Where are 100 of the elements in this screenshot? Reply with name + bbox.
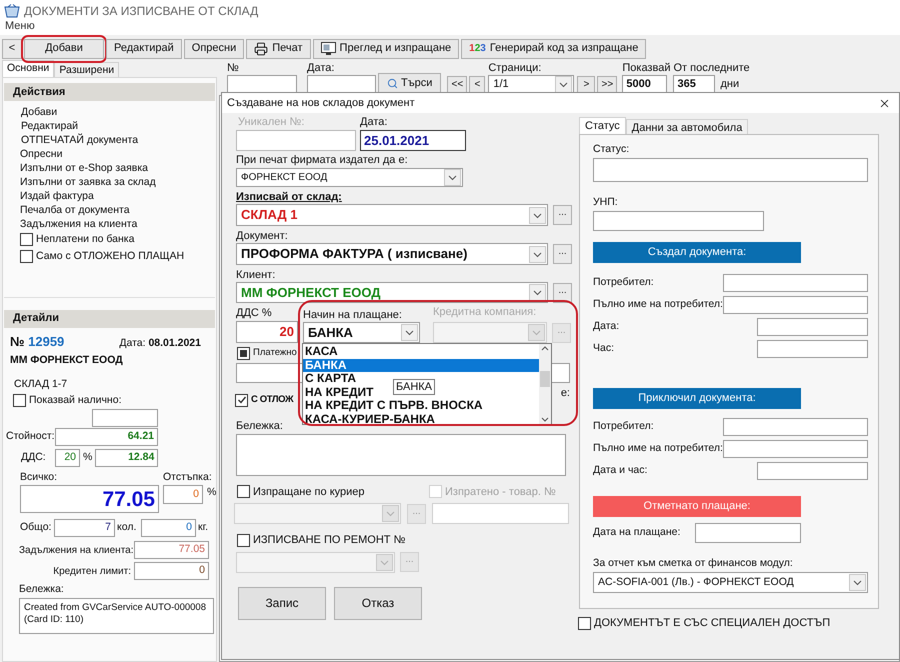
text-field[interactable]: 365 — [673, 75, 716, 93]
dropdown-option[interactable]: НА КРЕДИТ — [303, 386, 376, 399]
toolbar-button[interactable]: 123 Генерирай код за изпращане — [461, 38, 646, 58]
toolbar-button[interactable]: Опресни — [184, 38, 244, 58]
toolbar-button[interactable]: Печат — [246, 38, 311, 58]
checkbox[interactable] — [237, 485, 250, 498]
text-field[interactable]: 5000 — [622, 75, 668, 93]
dropdown-field[interactable]: ПРОФОРМА ФАКТУРА ( изписване) — [236, 243, 548, 265]
text-field[interactable]: 0 — [141, 519, 196, 538]
dropdown-field[interactable]: ММ ФОРНЕКСТ ЕООД — [236, 282, 548, 303]
field-label: Всичко: — [20, 470, 58, 484]
dropdown-field[interactable]: ФОРНЕКСТ ЕООД — [236, 168, 463, 187]
scroll-down-icon[interactable] — [541, 417, 549, 422]
text-field[interactable]: 77.05 — [20, 485, 159, 514]
text-field[interactable] — [757, 318, 868, 336]
toolbar-button[interactable]: Добави — [24, 38, 104, 58]
text-field[interactable] — [593, 158, 868, 182]
tab[interactable]: Разширени — [54, 62, 120, 77]
action-link[interactable]: Печалба от документа — [20, 204, 215, 217]
more-button[interactable]: ... — [553, 205, 572, 225]
action-link[interactable]: Изпълни от e-Shop заявка — [20, 162, 215, 175]
last-page-button[interactable]: >> — [597, 76, 618, 93]
action-link[interactable]: Опресни — [20, 148, 215, 161]
checkbox[interactable] — [235, 394, 248, 407]
dialog-button[interactable]: Отказ — [334, 586, 422, 620]
dropdown-field[interactable] — [234, 503, 401, 524]
search-button[interactable]: Търси — [378, 73, 442, 93]
text-field[interactable]: 20 — [55, 448, 80, 466]
text-field[interactable]: 7 — [54, 519, 115, 538]
field-label: Дата: — [307, 62, 334, 75]
dropdown-field[interactable]: БАНКА — [303, 322, 420, 343]
text-field[interactable] — [757, 340, 868, 358]
warehouse-name: СКЛАД 1-7 — [13, 377, 68, 392]
text-field[interactable] — [757, 462, 868, 480]
checkbox-label: Неплатени по банка — [36, 232, 134, 247]
dropdown-field[interactable] — [236, 552, 395, 572]
checkbox[interactable] — [20, 233, 33, 246]
text-field[interactable]: 20 — [236, 321, 298, 343]
text-field[interactable]: 64.21 — [55, 428, 158, 446]
document-number: № 12959 — [10, 332, 64, 350]
action-link[interactable]: Издай фактура — [20, 190, 215, 203]
checkbox[interactable] — [13, 394, 26, 408]
menu-item[interactable]: Меню — [5, 18, 35, 35]
unit-label: кг. — [197, 520, 208, 536]
dialog-button[interactable]: Запис — [238, 586, 326, 620]
dropdown-option[interactable]: НА КРЕДИТ С ПЪРВ. ВНОСКА — [303, 399, 485, 412]
dropdown-option[interactable]: КАСА — [303, 345, 340, 358]
dropdown-option[interactable]: С КАРТА — [303, 372, 358, 386]
text-field[interactable]: 0 — [134, 562, 209, 580]
text-field[interactable] — [723, 296, 868, 314]
dropdown-option[interactable]: БАНКА — [303, 358, 539, 372]
text-field[interactable] — [695, 523, 801, 543]
unit-label: дни — [719, 76, 740, 92]
toolbar-button[interactable]: < — [2, 38, 22, 58]
action-link[interactable]: Редактирай — [20, 120, 215, 133]
text-field[interactable]: 12.84 — [95, 448, 158, 466]
tab[interactable]: Основни — [2, 60, 54, 77]
action-link[interactable]: Добави — [20, 106, 215, 119]
unit-label: кол. — [116, 520, 138, 536]
next-page-button[interactable]: > — [577, 76, 596, 93]
text-field[interactable] — [723, 440, 868, 458]
text-field[interactable] — [432, 503, 569, 524]
previous-page-button[interactable]: < — [469, 76, 486, 93]
text-field[interactable] — [227, 75, 297, 93]
text-field[interactable] — [236, 130, 356, 151]
dropdown-field[interactable]: СКЛАД 1 — [236, 204, 548, 226]
dropdown-field[interactable] — [433, 322, 547, 343]
text-field[interactable] — [92, 408, 158, 426]
dropdown-field[interactable]: AC-SOFIA-001 (Лв.) - ФОРНЕКСТ ЕООД — [593, 572, 868, 593]
chevron-down-icon — [529, 284, 546, 301]
more-button[interactable]: ... — [553, 282, 572, 302]
dropdown-option[interactable]: КАСА-КУРИЕР-БАНКА — [303, 412, 437, 426]
text-field[interactable] — [723, 418, 868, 436]
more-button[interactable]: ... — [553, 244, 572, 264]
toolbar-button[interactable]: Преглед и изпращане — [312, 38, 460, 58]
checkbox[interactable] — [237, 346, 250, 360]
checkbox[interactable] — [237, 534, 250, 547]
scrollbar[interactable] — [539, 344, 551, 424]
text-field[interactable] — [723, 274, 868, 292]
action-link[interactable]: Изпълни от заявка за склад — [20, 176, 215, 189]
note-field[interactable] — [236, 434, 566, 476]
chevron-down-icon — [382, 505, 399, 522]
field-label: Бележка: — [236, 420, 283, 432]
tab[interactable]: Статус — [579, 117, 626, 134]
tab[interactable]: Данни за автомобила — [626, 119, 748, 134]
action-link[interactable]: Задължения на клиента — [20, 218, 215, 231]
text-field[interactable] — [307, 75, 376, 93]
dropdown-field[interactable]: 1/1 — [488, 75, 574, 93]
checkbox[interactable] — [20, 250, 33, 264]
text-field[interactable] — [593, 211, 764, 231]
scroll-thumb[interactable] — [540, 371, 550, 387]
text-field[interactable]: 25.01.2021 — [360, 130, 466, 151]
action-link[interactable]: ОТПЕЧАТАЙ документа — [20, 134, 215, 147]
checkbox[interactable] — [578, 616, 591, 630]
scroll-up-icon[interactable] — [541, 346, 549, 351]
text-field[interactable]: 77.05 — [134, 541, 209, 560]
toolbar-button[interactable]: Редактирай — [106, 38, 182, 58]
first-page-button[interactable]: << — [447, 76, 468, 93]
field-label: Страници: — [488, 62, 542, 75]
note-field[interactable]: Created from GVCarService AUTO-000008 (Card ID: 110) — [19, 598, 214, 634]
